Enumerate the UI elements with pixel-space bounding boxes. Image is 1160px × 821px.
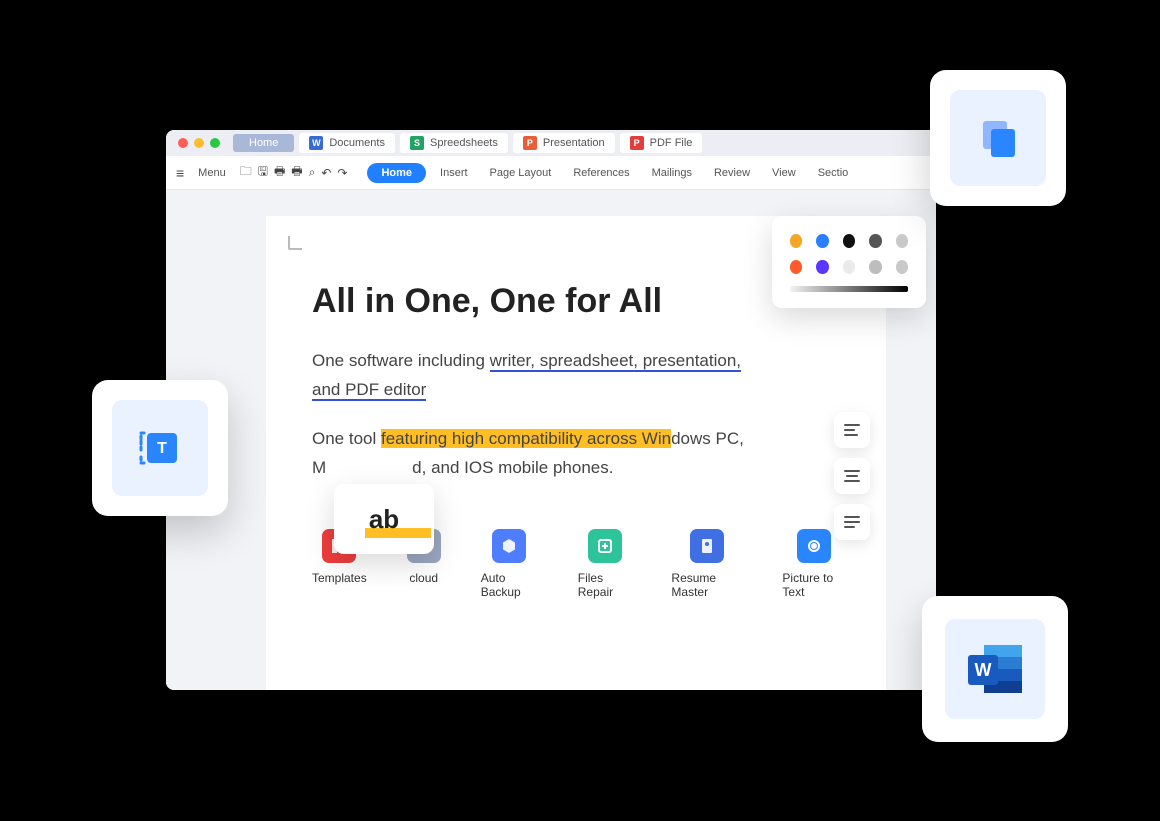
save-icon[interactable]: 🖫 [258,162,268,183]
swatch[interactable] [790,234,802,248]
margin-guide-icon [288,236,302,250]
undo-icon[interactable]: ↶ [321,166,331,180]
swatch[interactable] [896,234,908,248]
ribbon-mailings[interactable]: Mailings [644,163,700,183]
highlight-sample-text: ab [369,504,399,535]
text: d, and IOS mobile phones. [412,458,613,477]
feature-label: Files Repair [578,571,632,599]
page-title: All in One, One for All [312,282,846,321]
swatch[interactable] [816,234,828,248]
tab-documents[interactable]: W Documents [299,133,395,153]
tab-label: Documents [329,137,385,149]
traffic-lights [178,138,220,148]
ribbon-review[interactable]: Review [706,163,758,183]
redo-icon[interactable]: ↷ [337,166,347,180]
underlined-text: writer, spreadsheet, presentation, [490,351,741,372]
ribbon-home[interactable]: Home [367,163,426,183]
app-window: Home W Documents S Spreedsheets P Presen… [166,130,936,690]
tab-spreadsheets[interactable]: S Spreedsheets [400,133,508,153]
tab-pdf[interactable]: P PDF File [620,133,703,153]
feature-label: cloud [409,571,438,585]
ribbon-sections[interactable]: Sectio [810,163,857,183]
highlight-sample-card: ab [334,484,434,554]
align-justify-button[interactable] [834,504,870,540]
ribbon-references[interactable]: References [565,163,637,183]
paragraph-2: One tool featuring high compatibility ac… [312,425,846,483]
underlined-text: and PDF editor [312,380,426,401]
repair-icon [588,529,622,563]
tab-label: Presentation [543,137,605,149]
ribbon-insert[interactable]: Insert [432,163,476,183]
svg-text:W: W [975,660,992,680]
word-icon: W [962,639,1028,699]
paragraph-1: One software including writer, spreadshe… [312,347,846,405]
align-panel [834,412,870,540]
presentation-icon: P [523,136,537,150]
tab-label: PDF File [650,137,693,149]
maximize-icon[interactable] [210,138,220,148]
resume-icon [690,529,724,563]
feature-resumemaster[interactable]: Resume Master [671,529,742,599]
menu-button[interactable]: Menu [190,163,234,183]
printpreview-icon[interactable]: 🖶 [291,162,302,183]
feature-label: Templates [312,571,367,585]
text-icon: T [133,421,187,475]
ocr-icon [797,529,831,563]
align-center-button[interactable] [834,458,870,494]
copy-icon [971,111,1025,165]
pdf-icon: P [630,136,644,150]
backup-icon [492,529,526,563]
print-icon[interactable]: 🖶 [274,162,285,183]
text: dows PC, [671,429,744,448]
feature-autobackup[interactable]: Auto Backup [481,529,538,599]
tab-home[interactable]: Home [233,134,294,152]
swatch[interactable] [869,260,881,274]
highlighted-text: featuring high compatibility across Win [381,429,671,448]
feature-filesrepair[interactable]: Files Repair [578,529,632,599]
feature-label: Resume Master [671,571,742,599]
zoom-icon[interactable]: ⌕ [309,165,316,180]
ribbon-view[interactable]: View [764,163,804,183]
close-icon[interactable] [178,138,188,148]
swatch[interactable] [790,260,802,274]
swatch[interactable] [843,234,855,248]
toolbar: ≡ Menu 🗀 🖫 🖶 🖶 ⌕ ↶ ↷ Home Insert Page La… [166,156,936,190]
text: M [312,458,326,477]
folder-icon[interactable]: 🗀 [240,162,252,183]
titlebar: Home W Documents S Spreedsheets P Presen… [166,130,936,156]
text: One software including [312,351,490,370]
textbox-card: T [92,380,228,516]
spreadsheet-icon: S [410,136,424,150]
svg-text:T: T [157,440,167,457]
copy-card [930,70,1066,206]
swatch[interactable] [869,234,881,248]
palette-row-2 [790,260,908,274]
tab-presentation[interactable]: P Presentation [513,133,615,153]
swatch[interactable] [896,260,908,274]
gradient-bar[interactable] [790,286,908,292]
ribbon-pagelayout[interactable]: Page Layout [482,163,560,183]
color-palette [772,216,926,308]
text: One tool [312,429,381,448]
palette-row-1 [790,234,908,248]
align-left-button[interactable] [834,412,870,448]
minimize-icon[interactable] [194,138,204,148]
writer-icon: W [309,136,323,150]
swatch[interactable] [816,260,828,274]
feature-label: Picture to Text [782,571,846,599]
word-card: W [922,596,1068,742]
tab-label: Spreedsheets [430,137,498,149]
swatch[interactable] [843,260,855,274]
hamburger-icon[interactable]: ≡ [176,165,184,181]
feature-label: Auto Backup [481,571,538,599]
